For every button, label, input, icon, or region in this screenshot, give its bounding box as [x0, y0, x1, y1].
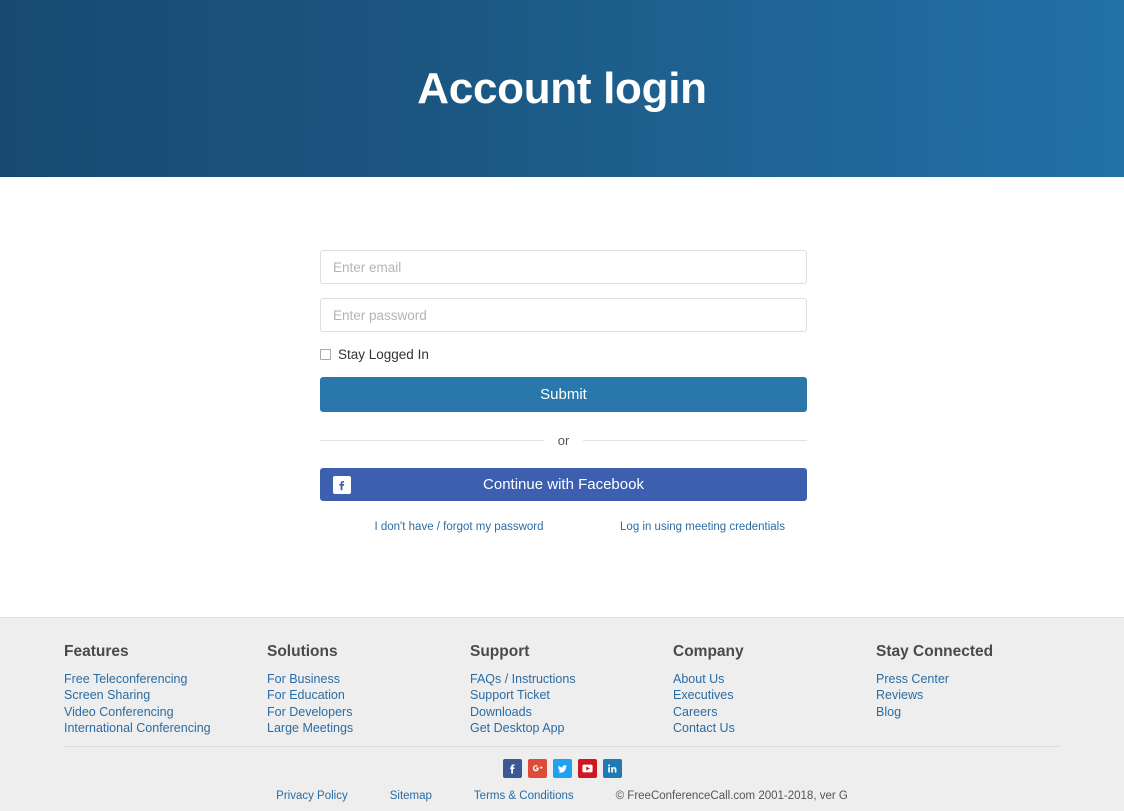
footer-link-columns: Features Free Teleconferencing Screen Sh… [0, 618, 1124, 737]
or-divider-line-left [320, 439, 544, 441]
footer-link-get-desktop-app[interactable]: Get Desktop App [470, 720, 673, 737]
sitemap-link[interactable]: Sitemap [390, 790, 432, 802]
footer-link-large-meetings[interactable]: Large Meetings [267, 720, 470, 737]
continue-with-facebook-button[interactable]: Continue with Facebook [320, 468, 807, 501]
footer-column-stay-connected: Stay Connected Press Center Reviews Blog [876, 644, 1079, 737]
copyright-text: © FreeConferenceCall.com 2001-2018, ver … [615, 790, 848, 802]
footer-divider [64, 746, 1060, 747]
footer-column-support: Support FAQs / Instructions Support Tick… [470, 644, 673, 737]
main-content: Stay Logged In Submit or Continue with F… [0, 177, 1124, 617]
footer-link-careers[interactable]: Careers [673, 704, 876, 721]
footer-bottom-bar: Privacy Policy Sitemap Terms & Condition… [0, 790, 1124, 802]
footer-link-screen-sharing[interactable]: Screen Sharing [64, 687, 267, 704]
login-help-links: I don't have / forgot my password Log in… [320, 521, 807, 533]
footer-link-press-center[interactable]: Press Center [876, 671, 1079, 688]
page-title: Account login [417, 63, 707, 113]
twitter-icon[interactable] [552, 759, 572, 778]
footer-link-downloads[interactable]: Downloads [470, 704, 673, 721]
stay-logged-in-row[interactable]: Stay Logged In [320, 346, 807, 363]
footer-link-reviews[interactable]: Reviews [876, 687, 1079, 704]
meeting-credentials-link[interactable]: Log in using meeting credentials [598, 521, 807, 533]
footer-link-free-teleconferencing[interactable]: Free Teleconferencing [64, 671, 267, 688]
footer-column-heading: Support [470, 643, 530, 660]
or-divider-line-right [583, 439, 807, 441]
linkedin-icon[interactable] [602, 759, 622, 778]
footer-link-for-developers[interactable]: For Developers [267, 704, 470, 721]
footer-link-executives[interactable]: Executives [673, 687, 876, 704]
footer-column-company: Company About Us Executives Careers Cont… [673, 644, 876, 737]
continue-with-facebook-label: Continue with Facebook [483, 476, 644, 493]
footer-link-video-conferencing[interactable]: Video Conferencing [64, 704, 267, 721]
stay-logged-in-checkbox[interactable] [320, 349, 331, 360]
stay-logged-in-label: Stay Logged In [338, 346, 429, 362]
footer-link-international-conferencing[interactable]: International Conferencing [64, 720, 267, 737]
googleplus-icon[interactable] [527, 759, 547, 778]
footer-column-heading: Stay Connected [876, 643, 994, 660]
page-hero-banner: Account login [0, 0, 1124, 177]
email-input[interactable] [320, 250, 807, 284]
facebook-icon[interactable] [502, 759, 522, 778]
footer-column-heading: Solutions [267, 643, 338, 660]
footer-link-for-business[interactable]: For Business [267, 671, 470, 688]
or-divider: or [320, 430, 807, 450]
forgot-password-link[interactable]: I don't have / forgot my password [320, 521, 598, 533]
site-footer: Features Free Teleconferencing Screen Sh… [0, 617, 1124, 811]
footer-column-solutions: Solutions For Business For Education For… [267, 644, 470, 737]
footer-link-for-education[interactable]: For Education [267, 687, 470, 704]
footer-link-blog[interactable]: Blog [876, 704, 1079, 721]
social-links [0, 759, 1124, 778]
footer-link-support-ticket[interactable]: Support Ticket [470, 687, 673, 704]
footer-link-contact-us[interactable]: Contact Us [673, 720, 876, 737]
terms-conditions-link[interactable]: Terms & Conditions [474, 790, 574, 802]
login-form: Stay Logged In Submit or Continue with F… [320, 250, 807, 533]
footer-link-about-us[interactable]: About Us [673, 671, 876, 688]
footer-column-heading: Company [673, 643, 744, 660]
youtube-icon[interactable] [577, 759, 597, 778]
footer-link-faqs-instructions[interactable]: FAQs / Instructions [470, 671, 673, 688]
footer-column-heading: Features [64, 643, 129, 660]
or-divider-label: or [557, 432, 570, 448]
privacy-policy-link[interactable]: Privacy Policy [276, 790, 348, 802]
password-input[interactable] [320, 298, 807, 332]
submit-button[interactable]: Submit [320, 377, 807, 412]
footer-column-features: Features Free Teleconferencing Screen Sh… [64, 644, 267, 737]
